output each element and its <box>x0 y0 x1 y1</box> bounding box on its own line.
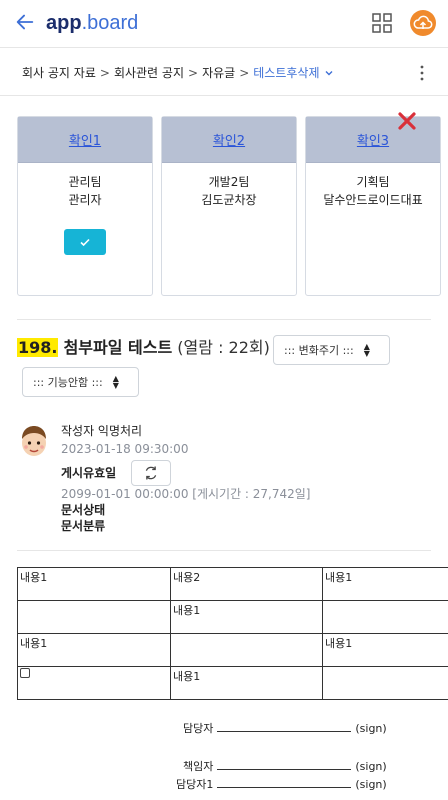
table-cell <box>322 600 448 634</box>
signature-underline <box>217 761 352 770</box>
top-bar: app.board <box>0 0 448 48</box>
doc-class: 문서분류 <box>61 519 106 533</box>
refresh-icon <box>145 466 157 480</box>
approval-card-header: 확인3 <box>306 117 440 163</box>
approval-card: 확인2 개발2팀 김도균차장 <box>161 116 297 296</box>
post-number: 198. <box>17 338 59 357</box>
approval-card-header: 확인2 <box>162 117 296 163</box>
table-row: 내용1 <box>17 600 448 634</box>
approval-link[interactable]: 확인3 <box>357 130 389 149</box>
table-cell: 내용1 <box>322 567 448 601</box>
table-cell: 내용2 <box>170 567 323 601</box>
doc-status: 문서상태 <box>61 503 106 517</box>
sign-text: (sign) <box>355 778 387 791</box>
signature-line: 담당자 (sign) <box>183 720 387 736</box>
approval-team: 기획팀 <box>356 175 390 189</box>
sign-text: (sign) <box>355 760 387 773</box>
table-row: 내용1 내용1 <box>17 633 448 667</box>
signature-label: 책임자 <box>183 760 214 773</box>
avatar <box>22 426 46 456</box>
cloud-upload-button[interactable] <box>410 10 436 36</box>
table-cell <box>322 666 448 700</box>
close-icon[interactable] <box>396 110 418 132</box>
approval-card-header: 확인1 <box>18 117 152 163</box>
signature-underline <box>217 723 352 732</box>
breadcrumb-separator: > <box>188 65 199 80</box>
approval-person: 달수안드로이드대표 <box>323 193 423 207</box>
table-row: 내용1 내용2 내용1 <box>17 567 448 601</box>
table-cell: 내용1 <box>170 600 323 634</box>
breadcrumb-item[interactable]: 회사관련 공지 <box>114 64 184 81</box>
brand-rest: .board <box>81 12 139 34</box>
content-table: 내용1 내용2 내용1 내용1 내용1 내용1 내용1 <box>17 567 448 700</box>
back-arrow-icon[interactable] <box>14 11 36 33</box>
select-arrows-icon: ▲ ▼ <box>363 342 370 358</box>
breadcrumb-current[interactable]: 테스트후삭제 <box>253 64 319 81</box>
app-logo[interactable]: app.board <box>46 10 138 36</box>
approval-team: 개발2팀 <box>208 175 250 189</box>
table-cell <box>17 600 171 634</box>
table-cell <box>170 633 323 667</box>
function-select[interactable]: ::: 기능안함 ::: ▲ ▼ <box>22 367 139 397</box>
table-cell: 내용1 <box>322 633 448 667</box>
divider <box>17 550 431 551</box>
signature-underline <box>217 779 352 788</box>
table-cell: 내용1 <box>170 666 323 700</box>
valid-date-label: 게시유효일 <box>61 466 117 480</box>
post-title: 198. 첨부파일 테스트 (열람 : 22회) <box>17 337 270 359</box>
approval-team: 관리팀 <box>68 175 102 189</box>
change-cycle-select[interactable]: ::: 변화주기 ::: ▲ ▼ <box>273 335 390 365</box>
sign-text: (sign) <box>355 722 387 735</box>
signature-line: 책임자 (sign) <box>183 758 387 774</box>
grid-menu-icon[interactable] <box>372 13 392 33</box>
table-cell: 내용1 <box>17 567 171 601</box>
select-value: ::: 기능안함 ::: <box>33 376 103 389</box>
signature-label: 담당자1 <box>176 778 214 791</box>
breadcrumb-separator: > <box>99 65 110 80</box>
created-date: 2023-01-18 09:30:00 <box>61 442 189 456</box>
valid-until-date: 2099-01-01 00:00:00 [게시기간 : 27,742일] <box>61 487 311 501</box>
post-title-text: 첨부파일 테스트 <box>63 338 173 357</box>
breadcrumb-bar: 회사 공지 자료 > 회사관련 공지 > 자유글 > 테스트후삭제 <box>0 48 448 96</box>
checkbox[interactable] <box>20 668 30 678</box>
table-cell: 내용1 <box>17 633 171 667</box>
breadcrumb-item[interactable]: 회사 공지 자료 <box>22 64 96 81</box>
post-views: (열람 : 22회) <box>177 338 270 357</box>
refresh-button[interactable] <box>131 460 171 486</box>
chevron-down-icon[interactable] <box>324 68 334 78</box>
brand-bold: app <box>46 12 82 34</box>
breadcrumb-item[interactable]: 자유글 <box>202 64 235 81</box>
breadcrumb: 회사 공지 자료 > 회사관련 공지 > 자유글 > 테스트후삭제 <box>22 64 334 81</box>
approval-link[interactable]: 확인1 <box>69 130 101 149</box>
select-value: ::: 변화주기 ::: <box>284 344 354 357</box>
signature-label: 담당자 <box>183 722 214 735</box>
author-name: 작성자 익명처리 <box>61 424 143 438</box>
cloud-upload-icon <box>413 15 433 29</box>
approval-link[interactable]: 확인2 <box>213 130 245 149</box>
signature-line: 담당자1 (sign) <box>176 776 387 792</box>
approve-check-button[interactable] <box>64 229 106 255</box>
check-icon <box>80 238 90 247</box>
table-row: 내용1 <box>17 666 448 700</box>
breadcrumb-separator: > <box>239 65 250 80</box>
more-options-icon[interactable] <box>416 64 428 82</box>
divider <box>17 319 431 320</box>
table-cell <box>17 666 171 700</box>
approval-cards: 확인1 관리팀 관리자 확인2 개발2팀 김도균차장 확인3 기획팀 달수안드로… <box>17 116 448 296</box>
approval-person: 김도균차장 <box>201 193 257 207</box>
approval-person: 관리자 <box>68 193 102 207</box>
approval-card: 확인1 관리팀 관리자 <box>17 116 153 296</box>
approval-card: 확인3 기획팀 달수안드로이드대표 <box>305 116 441 296</box>
select-arrows-icon: ▲ ▼ <box>112 374 119 390</box>
